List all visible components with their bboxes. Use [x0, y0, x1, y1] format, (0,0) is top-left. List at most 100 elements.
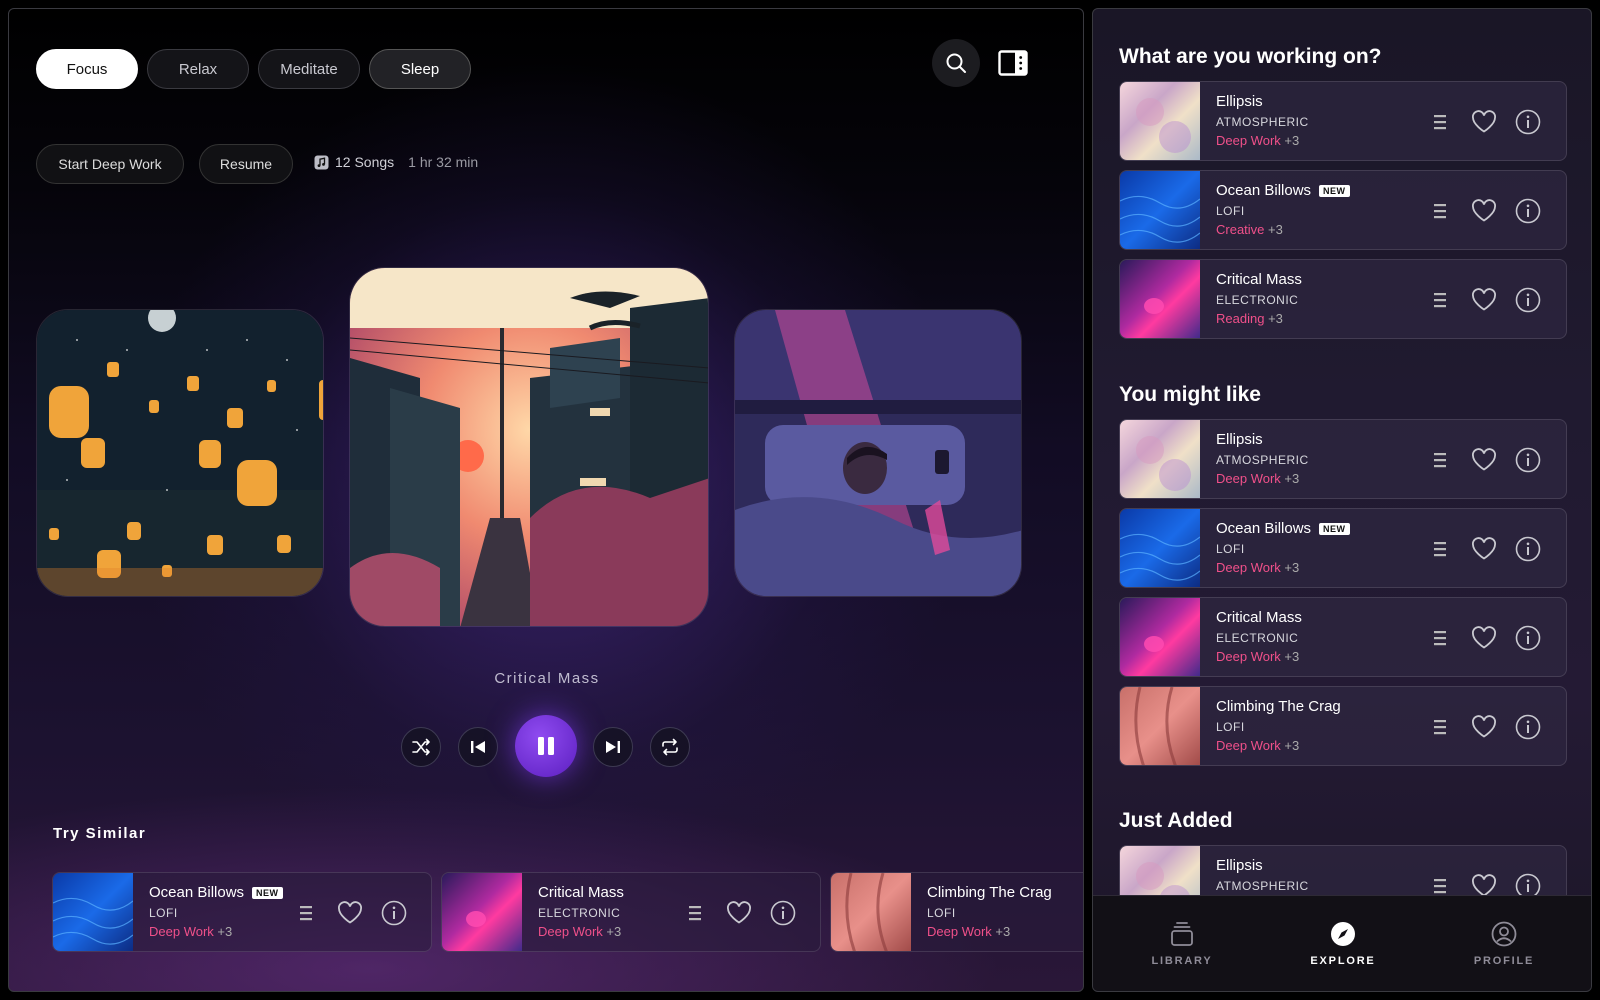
- card-genre: LOFI: [1216, 542, 1245, 556]
- repeat-button[interactable]: [650, 727, 690, 767]
- info-icon[interactable]: [1515, 109, 1541, 135]
- heart-icon[interactable]: [1471, 288, 1497, 312]
- search-button[interactable]: [932, 39, 980, 87]
- info-icon[interactable]: [770, 900, 796, 926]
- heart-icon[interactable]: [1471, 626, 1497, 650]
- mode-focus-button[interactable]: Focus: [36, 49, 138, 89]
- artwork-sleep[interactable]: [734, 309, 1022, 597]
- drag-handle-icon[interactable]: [689, 905, 701, 921]
- play-pause-button[interactable]: [515, 715, 577, 777]
- working-heading: What are you working on?: [1119, 45, 1382, 68]
- card-tag[interactable]: Deep Work +3: [1216, 738, 1299, 753]
- artwork-lanterns[interactable]: [36, 309, 324, 597]
- now-playing-title: Critical Mass: [494, 670, 600, 687]
- drag-handle-icon[interactable]: [1434, 719, 1446, 735]
- card-title: Climbing The Crag: [1216, 698, 1341, 715]
- mode-relax-button[interactable]: Relax: [147, 49, 249, 89]
- new-badge: NEW: [252, 886, 283, 899]
- drag-handle-icon[interactable]: [1434, 878, 1446, 894]
- heart-icon[interactable]: [726, 901, 752, 925]
- info-icon[interactable]: [381, 900, 407, 926]
- heart-icon[interactable]: [1471, 537, 1497, 561]
- drag-handle-icon[interactable]: [1434, 630, 1446, 646]
- track-card[interactable]: Critical Mass ELECTRONIC Reading +3: [1119, 259, 1567, 339]
- info-icon[interactable]: [1515, 536, 1541, 562]
- bottom-tab-bar: LIBRARY EXPLORE PROFILE: [1093, 895, 1591, 991]
- critical-mass-thumbnail: [1120, 260, 1200, 338]
- card-tag[interactable]: Deep Work +3: [1216, 560, 1299, 575]
- ellipsis-thumbnail: [1120, 420, 1200, 498]
- search-icon: [946, 53, 966, 73]
- track-card[interactable]: Critical Mass ELECTRONIC Deep Work +3: [1119, 597, 1567, 677]
- card-tag[interactable]: Deep Work +3: [149, 924, 232, 939]
- card-genre: ELECTRONIC: [1216, 631, 1299, 645]
- artwork-critical-mass[interactable]: [349, 267, 709, 627]
- mode-meditate-button[interactable]: Meditate: [258, 49, 360, 89]
- info-icon[interactable]: [1515, 198, 1541, 224]
- info-icon[interactable]: [1515, 714, 1541, 740]
- start-deep-work-button[interactable]: Start Deep Work: [36, 144, 184, 184]
- drag-handle-icon[interactable]: [1434, 541, 1446, 557]
- drag-handle-icon[interactable]: [1434, 114, 1446, 130]
- similar-card[interactable]: Ocean Billows NEW LOFI Deep Work +3: [52, 872, 432, 952]
- card-tag[interactable]: Reading +3: [1216, 311, 1283, 326]
- new-badge: NEW: [1319, 522, 1350, 535]
- sleeping-room-image: [735, 310, 1021, 596]
- drag-handle-icon[interactable]: [1434, 452, 1446, 468]
- tag-label: Deep Work: [1216, 560, 1281, 575]
- tag-label: Deep Work: [1216, 133, 1281, 148]
- card-title: Critical Mass: [1216, 271, 1302, 288]
- new-badge: NEW: [1319, 184, 1350, 197]
- track-card[interactable]: Ellipsis ATMOSPHERIC Deep Work +3: [1119, 419, 1567, 499]
- sidebar-toggle-button[interactable]: [989, 39, 1037, 87]
- shuffle-button[interactable]: [401, 727, 441, 767]
- info-icon[interactable]: [1515, 287, 1541, 313]
- card-tag[interactable]: Deep Work +3: [1216, 133, 1299, 148]
- info-icon[interactable]: [1515, 447, 1541, 473]
- card-genre: ELECTRONIC: [538, 906, 621, 920]
- card-tag[interactable]: Deep Work +3: [927, 924, 1010, 939]
- tag-more: +3: [1284, 560, 1300, 575]
- repeat-icon: [662, 738, 678, 756]
- drag-handle-icon[interactable]: [300, 905, 312, 921]
- tab-library[interactable]: LIBRARY: [1099, 896, 1265, 991]
- player-panel: Focus Relax Meditate Sleep Start Deep Wo…: [8, 8, 1084, 992]
- track-card[interactable]: Ocean Billows NEW LOFI Deep Work +3: [1119, 508, 1567, 588]
- card-tag[interactable]: Deep Work +3: [1216, 471, 1299, 486]
- tag-more: +3: [1284, 133, 1300, 148]
- card-title: Ellipsis: [1216, 93, 1263, 110]
- heart-icon[interactable]: [1471, 448, 1497, 472]
- heart-icon[interactable]: [337, 901, 363, 925]
- drag-handle-icon[interactable]: [1434, 292, 1446, 308]
- card-tag[interactable]: Creative +3: [1216, 222, 1283, 237]
- info-icon[interactable]: [1515, 625, 1541, 651]
- tab-profile[interactable]: PROFILE: [1421, 896, 1587, 991]
- previous-button[interactable]: [458, 727, 498, 767]
- skip-forward-icon: [606, 741, 620, 753]
- tab-explore[interactable]: EXPLORE: [1260, 896, 1426, 991]
- card-tag[interactable]: Deep Work +3: [1216, 649, 1299, 664]
- heart-icon[interactable]: [1471, 110, 1497, 134]
- tag-more: +3: [1268, 222, 1283, 237]
- ocean-thumbnail: [1120, 509, 1200, 587]
- similar-card[interactable]: Climbing The Crag LOFI Deep Work +3: [830, 872, 1083, 952]
- similar-card[interactable]: Critical Mass ELECTRONIC Deep Work +3: [441, 872, 821, 952]
- track-card[interactable]: Ellipsis ATMOSPHERIC Deep Work +3: [1119, 81, 1567, 161]
- next-button[interactable]: [593, 727, 633, 767]
- mode-sleep-button[interactable]: Sleep: [369, 49, 471, 89]
- card-title: Ocean Billows: [149, 884, 245, 901]
- track-card[interactable]: Climbing The Crag LOFI Deep Work +3: [1119, 686, 1567, 766]
- card-genre: LOFI: [149, 906, 178, 920]
- card-genre: ATMOSPHERIC: [1216, 879, 1309, 893]
- drag-handle-icon[interactable]: [1434, 203, 1446, 219]
- card-tag[interactable]: Deep Work +3: [538, 924, 621, 939]
- tab-profile-label: PROFILE: [1473, 955, 1535, 967]
- heart-icon[interactable]: [1471, 715, 1497, 739]
- track-card[interactable]: Ocean Billows NEW LOFI Creative +3: [1119, 170, 1567, 250]
- card-genre: LOFI: [1216, 204, 1245, 218]
- card-title: Ellipsis: [1216, 857, 1263, 874]
- resume-button[interactable]: Resume: [199, 144, 293, 184]
- critical-mass-thumbnail: [442, 873, 522, 951]
- heart-icon[interactable]: [1471, 199, 1497, 223]
- tag-more: +3: [1268, 311, 1283, 326]
